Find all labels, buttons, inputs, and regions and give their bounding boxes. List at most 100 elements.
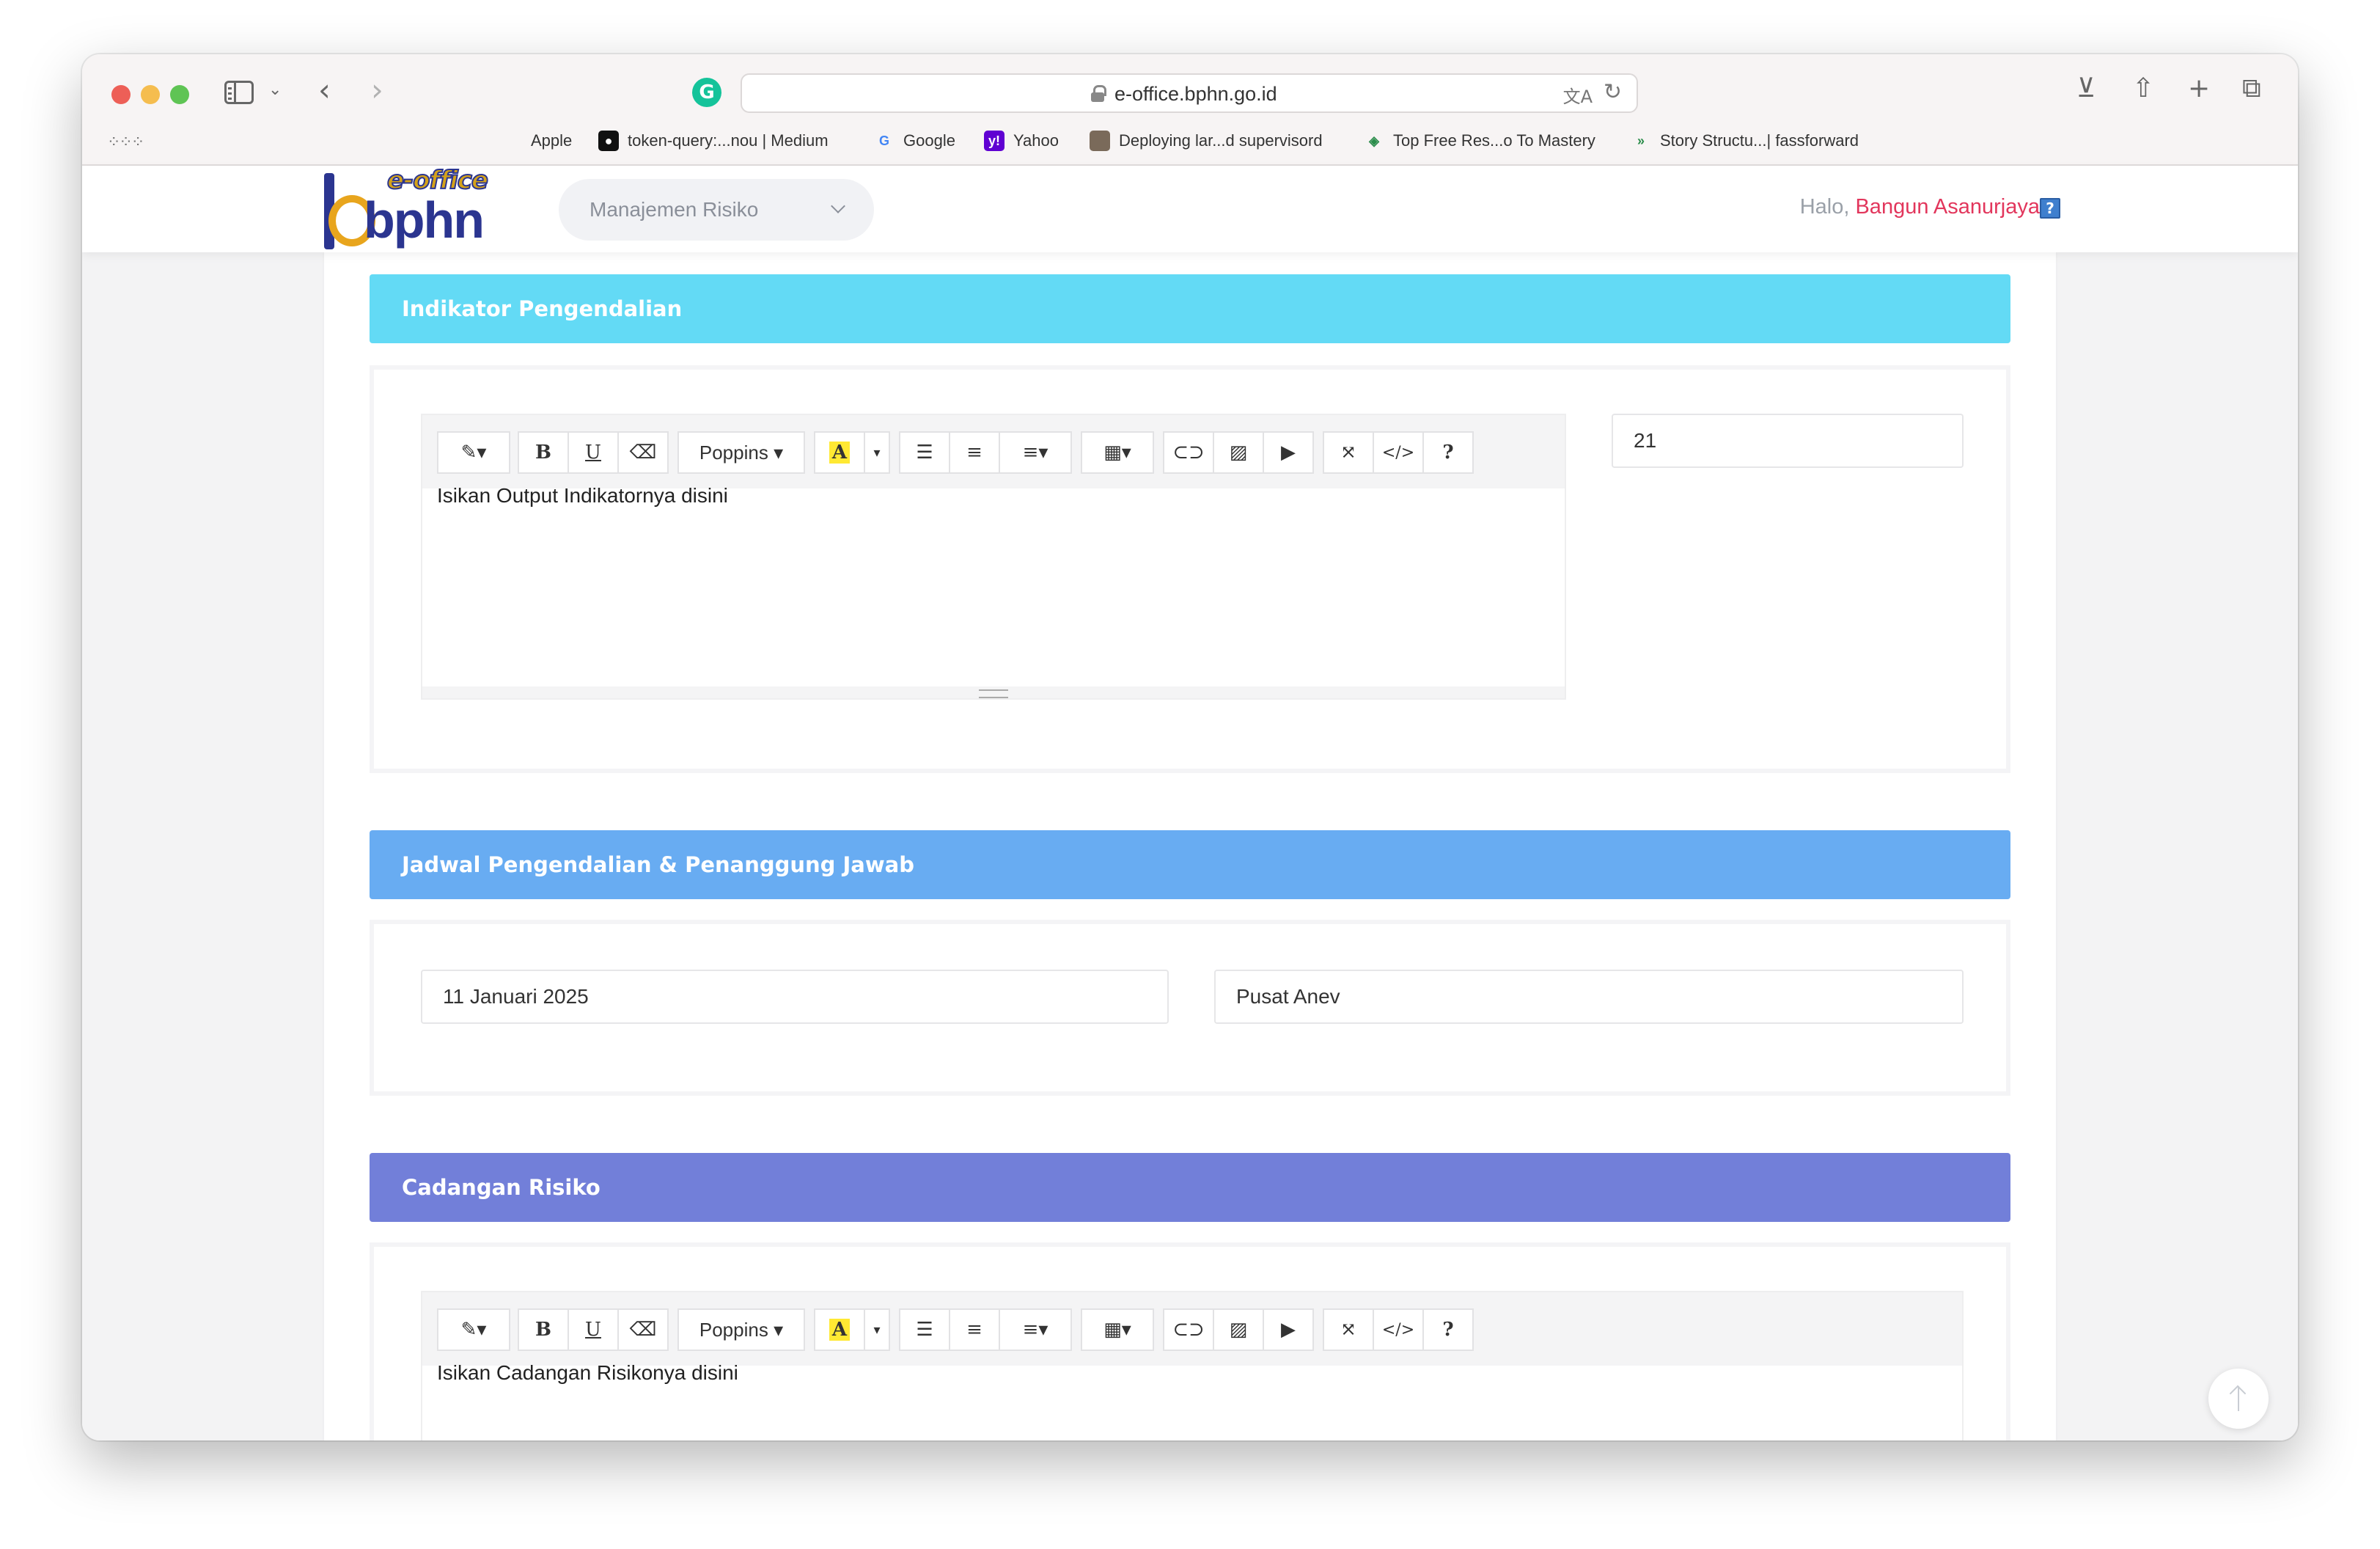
bold-button[interactable]: B [518,431,569,474]
bookmarks-bar: ⁘⁘⁘ Apple ● token-query:...nou | Medium … [82,126,2298,158]
ztm-icon: ◈ [1369,133,1379,148]
module-dropdown[interactable]: Manajemen Risiko [559,179,874,241]
code-view-icon[interactable]: </> [1373,431,1424,474]
eraser-icon[interactable]: ⌫ [617,1308,669,1351]
text-color-icon[interactable]: A [814,1308,865,1351]
table-icon[interactable]: ▦▾ [1081,1308,1154,1351]
text-color-dropdown[interactable]: ▾ [864,431,890,474]
logo-mark [324,173,375,249]
bookmark-medium[interactable]: ● token-query:...nou | Medium [598,131,829,151]
editor-content[interactable]: Isikan Cadangan Risikonya disini [437,1361,738,1385]
bookmark-label: Yahoo [1013,131,1059,150]
link-icon[interactable]: ⊂⊃ [1163,1308,1214,1351]
section-title: Indikator Pengendalian [402,296,683,321]
lock-icon [1091,85,1106,102]
download-icon[interactable]: ⊻ [2076,73,2096,103]
font-family-dropdown[interactable]: Poppins ▾ [677,1308,805,1351]
underline-button[interactable]: U [568,1308,619,1351]
editor-resize-handle[interactable] [422,686,1565,698]
rich-text-editor-indikator[interactable]: ✎▾ B U ⌫ Poppins ▾ A ▾ ☰ ≡ ≡▾ ▦▾ ⊂⊃ ▨ ▶ [421,414,1566,700]
user-name: Bangun Asanurjaya [1855,195,2040,219]
bookmark-google[interactable]: G Google [874,131,955,151]
editor-content[interactable]: Isikan Output Indikatornya disini [437,484,728,508]
font-family-label: Poppins [699,1318,768,1341]
unordered-list-icon[interactable]: ☰ [899,431,950,474]
fullscreen-icon[interactable]: ⤧ [1323,1308,1374,1351]
section-header-indikator: Indikator Pengendalian [370,274,2010,343]
image-icon[interactable]: ▨ [1213,1308,1264,1351]
bookmark-label: Apple [531,131,573,150]
video-icon[interactable]: ▶ [1263,431,1314,474]
new-tab-icon[interactable]: + [2188,73,2210,103]
bookmark-story[interactable]: » Story Structu...| fassforward [1631,131,1859,151]
logo-bphn-text: bphn [364,191,485,249]
section-body-cadangan: ✎▾ B U ⌫ Poppins ▾ A ▾ ☰ ≡ ≡▾ ▦▾ ⊂⊃ ▨ ▶ [370,1242,2010,1440]
apple-icon [502,131,522,151]
bookmark-ztm[interactable]: ◈ Top Free Res...o To Mastery [1364,131,1595,151]
close-window-button[interactable] [111,85,131,104]
fullscreen-icon[interactable]: ⤧ [1323,431,1374,474]
bookmark-deploying[interactable]: Deploying lar...d supervisord [1090,131,1323,151]
rich-text-editor-cadangan[interactable]: ✎▾ B U ⌫ Poppins ▾ A ▾ ☰ ≡ ≡▾ ▦▾ ⊂⊃ ▨ ▶ [421,1291,1964,1440]
bold-button[interactable]: B [518,1308,569,1351]
font-family-dropdown[interactable]: Poppins ▾ [677,431,805,474]
bookmark-label: Story Structu...| fassforward [1660,131,1859,150]
eraser-icon[interactable]: ⌫ [617,431,669,474]
magic-style-icon[interactable]: ✎▾ [437,1308,510,1351]
editor-help-icon[interactable]: ? [1422,431,1474,474]
arrows-icon: » [1637,133,1645,148]
schedule-date-input[interactable]: 11 Januari 2025 [421,970,1169,1024]
indikator-value-input[interactable]: 21 [1612,414,1964,468]
section-title: Cadangan Risiko [402,1175,600,1200]
share-icon[interactable]: ⇧ [2132,73,2154,103]
minimize-window-button[interactable] [141,85,160,104]
image-icon[interactable]: ▨ [1213,431,1264,474]
ordered-list-icon[interactable]: ≡ [949,431,1000,474]
link-icon[interactable]: ⊂⊃ [1163,431,1214,474]
section-body-jadwal: 11 Januari 2025 Pusat Anev [370,920,2010,1096]
bookmark-label: Top Free Res...o To Mastery [1393,131,1595,150]
responsible-party-input[interactable]: Pusat Anev [1214,970,1964,1024]
help-icon[interactable]: ? [2040,198,2060,219]
editor-help-icon[interactable]: ? [1422,1308,1474,1351]
url-text: e-office.bphn.go.id [1114,83,1277,105]
bphn-logo[interactable]: e-office bphn [324,165,507,252]
module-dropdown-label: Manajemen Risiko [590,198,759,221]
section-title: Jadwal Pengendalian & Penanggung Jawab [402,852,914,877]
zoom-window-button[interactable] [170,85,189,104]
section-body-indikator: ✎▾ B U ⌫ Poppins ▾ A ▾ ☰ ≡ ≡▾ ▦▾ ⊂⊃ ▨ ▶ [370,365,2010,773]
table-icon[interactable]: ▦▾ [1081,431,1154,474]
align-dropdown-icon[interactable]: ≡▾ [999,431,1072,474]
translate-icon[interactable]: 文A [1563,82,1593,108]
google-icon: G [878,133,889,148]
text-color-icon[interactable]: A [814,431,865,474]
text-color-dropdown[interactable]: ▾ [864,1308,890,1351]
chevron-down-icon[interactable]: ⌄ [268,82,282,98]
greeting-text: Halo, [1799,195,1850,219]
code-view-icon[interactable]: </> [1373,1308,1424,1351]
yahoo-icon: y! [984,131,1004,151]
address-bar[interactable]: e-office.bphn.go.id 文A ↻ [741,73,1638,113]
reload-icon[interactable]: ↻ [1604,79,1622,105]
grammarly-extension-icon[interactable]: G [692,78,721,107]
unordered-list-icon[interactable]: ☰ [899,1308,950,1351]
underline-button[interactable]: U [568,431,619,474]
scroll-to-top-button[interactable] [2208,1369,2269,1429]
forward-button[interactable]: › [371,75,383,106]
medium-icon: ● [598,131,619,151]
user-greeting[interactable]: Halo, Bangun Asanurjaya [1800,195,2040,219]
avatar-icon [1090,131,1110,151]
browser-window: ⌄ ‹ › G e-office.bphn.go.id 文A ↻ ⊻ ⇧ + ⧉… [82,54,2298,1440]
bookmark-yahoo[interactable]: y! Yahoo [984,131,1059,151]
magic-style-icon[interactable]: ✎▾ [437,431,510,474]
sidebar-toggle-icon[interactable] [224,81,254,104]
ordered-list-icon[interactable]: ≡ [949,1308,1000,1351]
video-icon[interactable]: ▶ [1263,1308,1314,1351]
bookmark-label: Google [903,131,955,150]
font-family-label: Poppins [699,441,768,464]
back-button[interactable]: ‹ [318,75,331,106]
align-dropdown-icon[interactable]: ≡▾ [999,1308,1072,1351]
bookmark-apple[interactable]: Apple [502,131,572,151]
apps-grid-icon[interactable]: ⁘⁘⁘ [107,133,144,152]
tab-overview-icon[interactable]: ⧉ [2242,73,2261,104]
